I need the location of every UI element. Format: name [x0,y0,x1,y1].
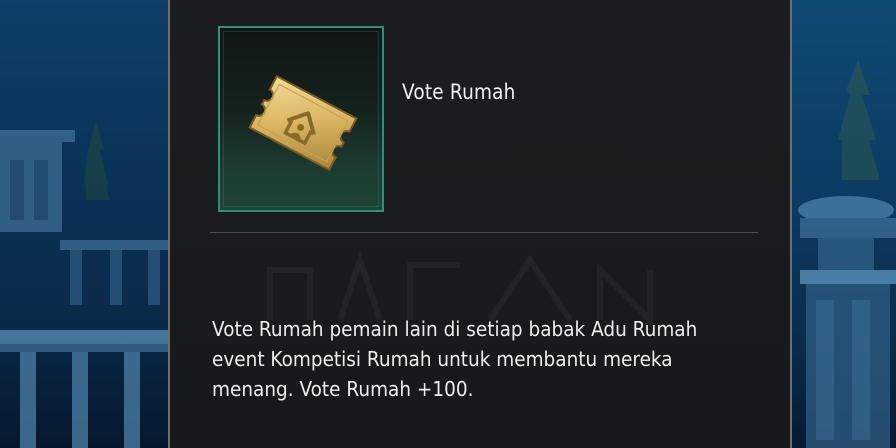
description-line: Vote Rumah pemain lain di setiap babak A… [212,317,698,341]
description-line: menang. Vote Rumah +100. [212,377,474,401]
item-icon-frame [218,26,384,212]
house-vote-ticket-icon [248,74,358,172]
item-title: Vote Rumah [402,80,516,104]
item-description: Vote Rumah pemain lain di setiap babak A… [212,314,716,404]
game-screen: Vote Rumah Vote Rumah pemain lain di set… [0,0,896,448]
description-line: event Kompetisi Rumah untuk membantu mer… [212,347,673,371]
divider [210,232,758,233]
item-info-panel: Vote Rumah Vote Rumah pemain lain di set… [168,0,792,448]
